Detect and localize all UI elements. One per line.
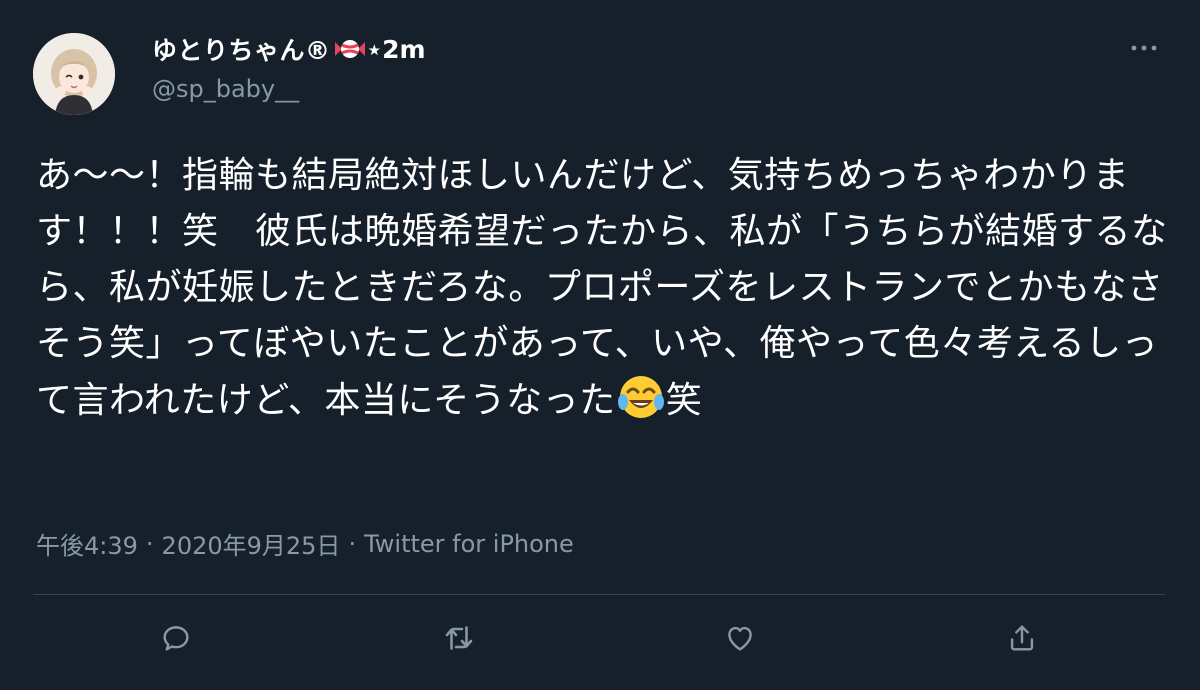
tweet-text-main: あ〜〜！指輪も結局絶対ほしいんだけど、気持ちめっちゃわかります！！！笑 彼氏は晩… bbox=[36, 155, 1168, 421]
like-button[interactable] bbox=[718, 618, 762, 662]
name-suffix: ⋆2m bbox=[366, 34, 426, 64]
user-handle[interactable]: @sp_baby__ bbox=[152, 75, 299, 103]
tweet-meta: 午後4:39 · 2020年9月25日 · Twitter for iPhone bbox=[36, 526, 574, 561]
action-bar bbox=[0, 618, 1200, 664]
meta-separator: · bbox=[348, 529, 357, 558]
tweet-date[interactable]: 2020年9月25日 bbox=[162, 526, 341, 561]
share-icon bbox=[1005, 621, 1039, 659]
like-icon bbox=[723, 621, 757, 659]
avatar[interactable] bbox=[33, 33, 115, 115]
tweet-text: あ〜〜！指輪も結局絶対ほしいんだけど、気持ちめっちゃわかります！！！笑 彼氏は晩… bbox=[36, 148, 1176, 429]
user-name-row[interactable]: ゆとりちゃん® ⋆2m bbox=[152, 32, 426, 66]
tweet-text-tail: 笑 bbox=[665, 380, 703, 421]
divider bbox=[33, 594, 1165, 595]
tweet-source-link[interactable]: Twitter for iPhone bbox=[364, 530, 574, 558]
meta-separator: · bbox=[145, 529, 154, 558]
display-name[interactable]: ゆとりちゃん® bbox=[152, 31, 331, 67]
tweet-time[interactable]: 午後4:39 bbox=[36, 526, 138, 561]
retweet-icon bbox=[441, 620, 477, 660]
share-button[interactable] bbox=[1000, 618, 1044, 662]
tweet-card: ゆとりちゃん® ⋆2m @sp_baby__ あ〜〜！指輪も結局絶対ほしいんだけ… bbox=[0, 0, 1200, 690]
reply-button[interactable] bbox=[154, 618, 198, 662]
avatar-illustration bbox=[33, 33, 115, 115]
face-with-tears-of-joy-icon bbox=[616, 372, 666, 422]
more-horizontal-icon[interactable] bbox=[1124, 33, 1164, 63]
candy-icon bbox=[333, 36, 367, 62]
reply-icon bbox=[159, 621, 193, 659]
retweet-button[interactable] bbox=[437, 618, 481, 662]
